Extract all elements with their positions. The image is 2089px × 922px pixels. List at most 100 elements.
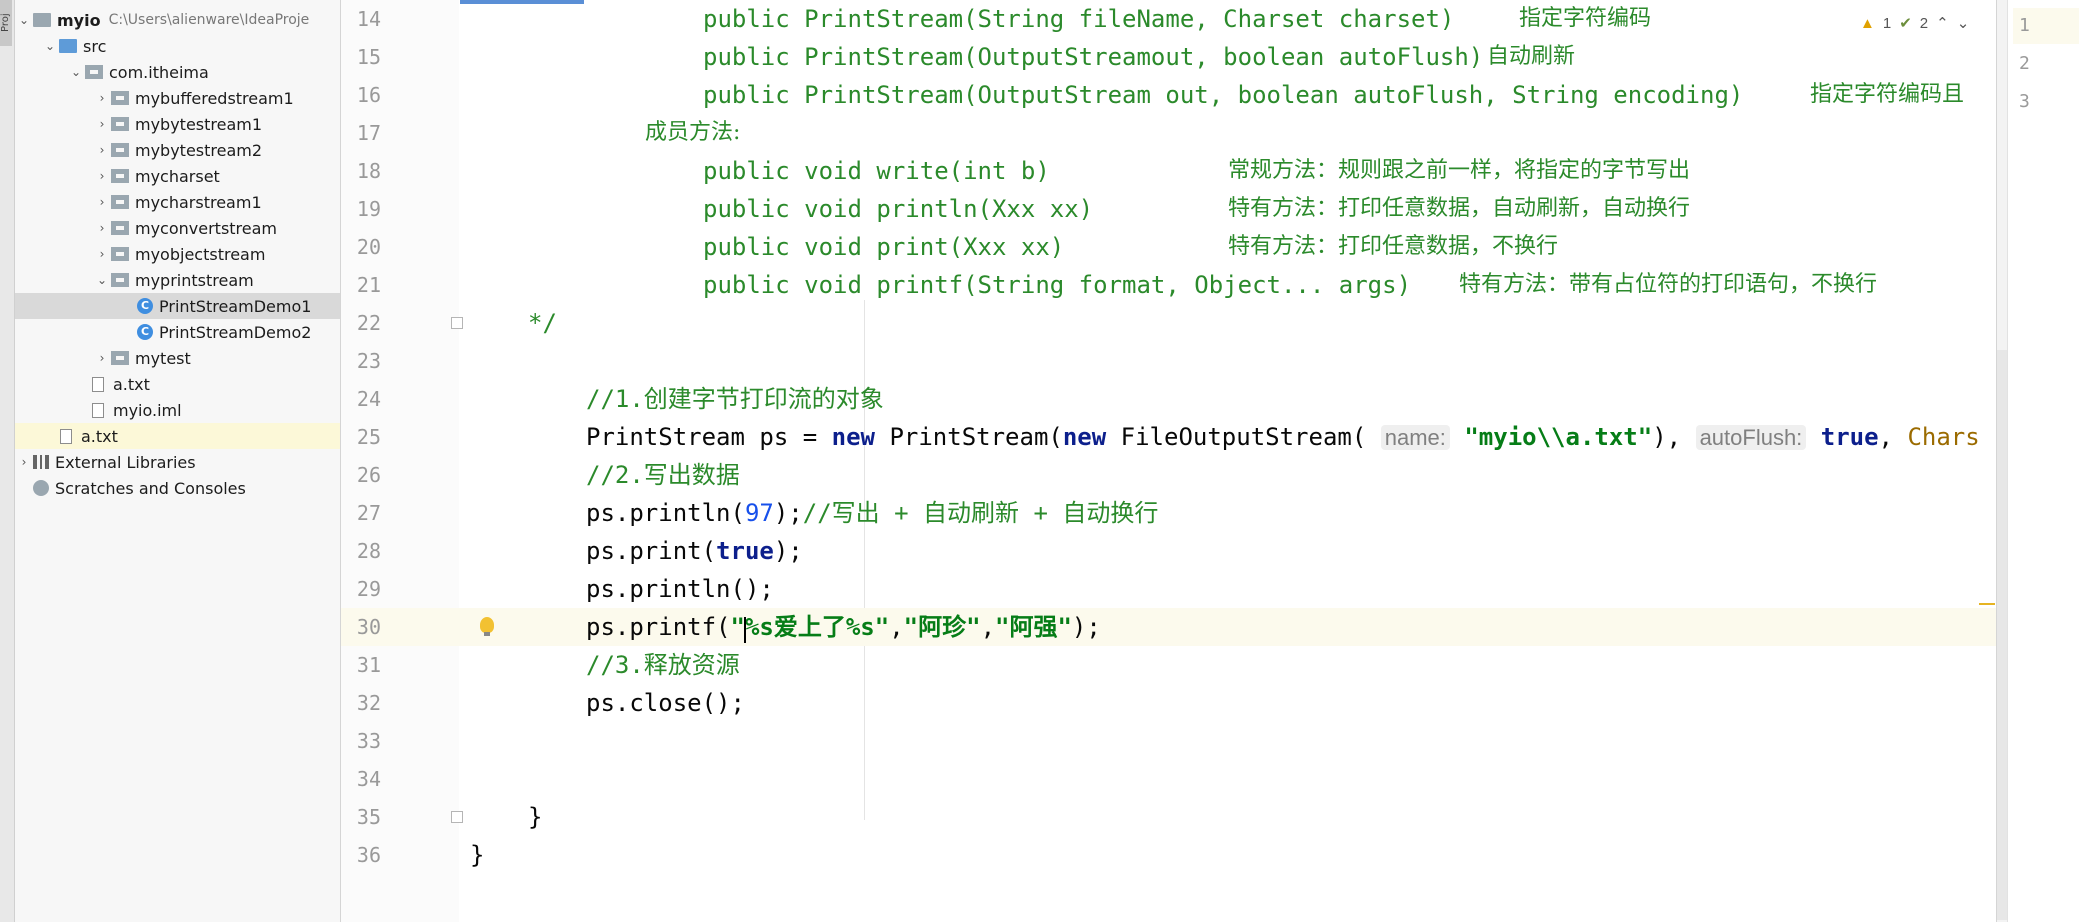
code-text: public void printf(String format, Object… [703,271,1412,299]
code-line[interactable]: 28 ps.print(true); [341,532,1996,570]
chevron-right-icon[interactable]: › [93,143,111,157]
chevron-right-icon[interactable]: › [93,247,111,261]
code-line[interactable]: 25 PrintStream ps = new PrintStream(new … [341,418,1996,456]
code-text: ps.printf("%s爱上了%s","阿珍","阿强"); [586,613,1101,641]
tree-item-folder[interactable]: › myobjectstream [15,241,340,267]
chevron-right-icon[interactable]: › [15,455,33,469]
code-line[interactable]: 20 public void print(Xxx xx) 特有方法：打印任意数据… [341,228,1996,266]
code-text: ps.close(); [586,689,745,717]
tree-item-folder[interactable]: › myconvertstream [15,215,340,241]
line-number: 33 [356,729,381,753]
chevron-right-icon[interactable]: › [93,351,111,365]
lightbulb-icon[interactable] [480,617,494,636]
tree-item-folder[interactable]: › mytest [15,345,340,371]
chevron-down-icon[interactable]: ⌄ [1957,14,1970,32]
weak-warning-icon: ✔ [1899,15,1912,32]
chevron-down-icon[interactable]: ⌄ [15,13,33,27]
text-caret [744,617,746,643]
code-line[interactable]: 17 成员方法: [341,114,1996,152]
tree-label: mytest [135,348,191,368]
code-line[interactable]: 35 } [341,798,1996,836]
code-line[interactable]: 21 public void printf(String format, Obj… [341,266,1996,304]
code-line[interactable]: 31 //3.释放资源 [341,646,1996,684]
tree-item-file[interactable]: a.txt [15,371,340,397]
tree-item-folder[interactable]: › mybufferedstream1 [15,85,340,111]
chevron-down-icon[interactable]: ⌄ [41,39,59,53]
code-line[interactable]: 29 ps.println(); [341,570,1996,608]
tree-item-scratches[interactable]: Scratches and Consoles [15,475,340,501]
line-number: 1 [2013,8,2079,44]
code-line[interactable]: 15 public PrintStream(OutputStreamout, b… [341,38,1996,76]
code-line[interactable]: 32 ps.close(); [341,684,1996,722]
code-comment: 指定字符编码且 [1810,82,1965,107]
line-number: 31 [356,653,381,677]
tree-item-folder[interactable]: › mycharstream1 [15,189,340,215]
tree-item-file[interactable]: myio.iml [15,397,340,423]
line-number: 16 [356,83,381,107]
package-icon [85,65,103,79]
code-line[interactable]: 19 public void println(Xxx xx) 特有方法：打印任意… [341,190,1996,228]
tree-item-class-selected[interactable]: C PrintStreamDemo1 [15,293,340,319]
tree-item-package[interactable]: ⌄ com.itheima [15,59,340,85]
code-line[interactable]: 27 ps.println(97);//写出 + 自动刷新 + 自动换行 [341,494,1996,532]
code-line-current[interactable]: 30 ps.printf("%s爱上了%s","阿珍","阿强"); [341,608,1996,646]
tree-root-myio[interactable]: ⌄ myio C:\Users\alienware\IdeaProje [15,7,340,33]
code-line[interactable]: 33 [341,722,1996,760]
package-icon [111,117,129,131]
tree-label: Scratches and Consoles [55,478,246,498]
error-stripe-mark[interactable] [1979,603,1995,605]
right-panel[interactable]: 1 2 3 [1979,0,2089,922]
chevron-down-icon[interactable]: ⌄ [93,273,111,287]
scrollbar-thumb[interactable] [1997,350,2007,920]
code-line[interactable]: 26 //2.写出数据 [341,456,1996,494]
chevron-right-icon[interactable]: › [93,195,111,209]
chevron-down-icon[interactable]: ⌄ [67,65,85,79]
code-line[interactable]: 36 } [341,836,1996,874]
code-line[interactable]: 14 public PrintStream(String fileName, C… [341,0,1996,38]
weak-warning-count: 2 [1919,14,1929,32]
code-line[interactable]: 34 [341,760,1996,798]
line-number: 29 [356,577,381,601]
chevron-right-icon[interactable]: › [93,169,111,183]
tree-item-folder[interactable]: › mybytestream2 [15,137,340,163]
package-icon [111,273,129,287]
package-icon [111,169,129,183]
code-text: public void print(Xxx xx) [703,233,1065,261]
project-tree[interactable]: ⌄ myio C:\Users\alienware\IdeaProje ⌄ sr… [15,0,341,922]
line-number: 17 [356,121,381,145]
line-number: 20 [356,235,381,259]
code-line[interactable]: 24 //1.创建字节打印流的对象 [341,380,1996,418]
chevron-right-icon[interactable]: › [93,91,111,105]
chevron-right-icon[interactable]: › [93,117,111,131]
fold-marker-icon[interactable] [451,811,463,823]
chevron-right-icon[interactable]: › [93,221,111,235]
code-line[interactable]: 18 public void write(int b) 常规方法：规则跟之前一样… [341,152,1996,190]
module-file-icon [92,402,104,418]
line-number: 15 [356,45,381,69]
code-line[interactable]: 16 public PrintStream(OutputStream out, … [341,76,1996,114]
text-file-icon [60,428,72,444]
tree-label: a.txt [81,426,118,446]
line-number: 21 [356,273,381,297]
tree-item-folder[interactable]: › mycharset [15,163,340,189]
chevron-up-icon[interactable]: ⌃ [1936,14,1949,32]
code-text: ps.println(); [586,575,774,603]
tree-item-root-file[interactable]: a.txt [15,423,340,449]
code-line[interactable]: 22 */ [341,304,1996,342]
code-line[interactable]: 23 [341,342,1996,380]
tree-label: myconvertstream [135,218,278,238]
line-number: 3 [2019,91,2030,112]
code-editor[interactable]: 14 public PrintStream(String fileName, C… [341,0,1996,922]
scratches-icon [33,480,49,496]
code-comment: //3.释放资源 [586,651,740,679]
tree-item-folder[interactable]: › mybytestream1 [15,111,340,137]
tree-item-external-libraries[interactable]: › External Libraries [15,449,340,475]
tree-item-class[interactable]: C PrintStreamDemo2 [15,319,340,345]
inspection-widget[interactable]: ▲ 1 ✔ 2 ⌃ ⌄ [1860,10,1969,36]
tree-label: PrintStreamDemo2 [159,322,312,342]
fold-marker-icon[interactable] [451,317,463,329]
tree-item-folder[interactable]: ⌄ myprintstream [15,267,340,293]
package-icon [111,143,129,157]
project-tool-tab[interactable]: Proj [0,0,12,46]
tree-item-src[interactable]: ⌄ src [15,33,340,59]
